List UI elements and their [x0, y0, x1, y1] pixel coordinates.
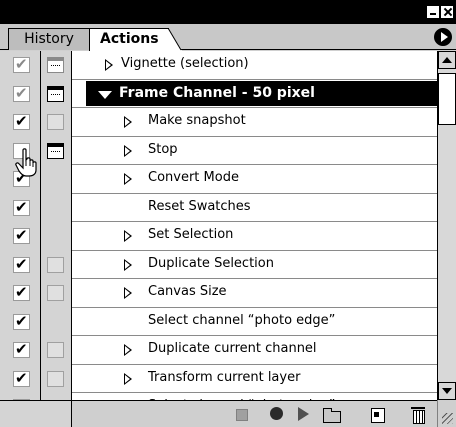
dialog-toggle-empty[interactable] [47, 256, 64, 273]
actions-palette: History Actions Vignette (selection) Fram… [0, 0, 456, 427]
dialog-toggle-icon[interactable] [47, 57, 64, 73]
palette-title-bar[interactable] [0, 0, 456, 24]
actions-list[interactable]: Vignette (selection) Frame Channel - 50 p… [0, 51, 437, 400]
action-label: Canvas Size [148, 284, 227, 299]
dialog-toggle-empty[interactable] [47, 285, 64, 301]
action-label: Stop [148, 141, 178, 157]
palette-menu-icon[interactable] [434, 28, 452, 46]
action-label: Set Selection [148, 227, 234, 242]
action-step-row[interactable]: Reset Swatches [0, 194, 437, 222]
tab-edge-icon [168, 28, 182, 51]
include-checkbox[interactable] [13, 55, 30, 73]
include-checkbox[interactable] [13, 340, 30, 358]
action-step-row[interactable]: Canvas Size [0, 279, 437, 308]
action-step-row[interactable]: Duplicate Selection [0, 251, 437, 279]
tab-row: History Actions [0, 24, 456, 51]
action-label: Make snapshot [148, 113, 246, 128]
new-set-folder-icon[interactable] [321, 405, 341, 423]
action-label: Transform current layer [148, 369, 301, 385]
actions-toolbar [0, 400, 456, 427]
action-step-row[interactable]: Stop [0, 137, 437, 165]
action-label: Vignette (selection) [121, 56, 249, 71]
scroll-up-icon[interactable] [438, 51, 456, 69]
action-row[interactable]: Frame Channel - 50 pixel [0, 80, 437, 108]
disclosure-collapsed-icon[interactable] [124, 287, 132, 299]
action-label: Reset Swatches [148, 198, 251, 214]
play-icon[interactable] [293, 405, 313, 423]
action-label: Select channel “photo edge” [148, 312, 336, 328]
disclosure-expanded-icon[interactable] [98, 90, 112, 99]
include-checkbox[interactable] [13, 84, 30, 102]
disclosure-collapsed-icon[interactable] [124, 258, 132, 271]
action-step-row[interactable]: Select channel “photo edge” [0, 393, 437, 400]
tab-history[interactable]: History [8, 28, 90, 50]
scroll-down-icon[interactable] [438, 382, 456, 400]
dialog-toggle-icon[interactable] [47, 142, 64, 159]
vertical-scrollbar[interactable] [437, 51, 456, 400]
dialog-toggle-empty[interactable] [47, 370, 64, 387]
new-action-icon[interactable] [367, 405, 387, 423]
disclosure-collapsed-icon[interactable] [124, 173, 132, 185]
trash-icon[interactable] [408, 405, 428, 424]
disclosure-collapsed-icon[interactable] [124, 230, 132, 242]
dialog-toggle-empty[interactable] [47, 342, 64, 358]
minimize-icon[interactable] [427, 6, 439, 18]
include-checkbox[interactable] [13, 226, 30, 244]
stop-icon[interactable] [232, 405, 252, 423]
action-row[interactable]: Vignette (selection) [0, 51, 437, 80]
close-icon[interactable] [441, 6, 453, 18]
scroll-thumb[interactable] [438, 73, 456, 125]
action-step-row[interactable]: Make snapshot [0, 108, 437, 137]
action-label: Frame Channel - 50 pixel [119, 84, 315, 101]
include-checkbox[interactable] [13, 312, 30, 330]
action-step-row[interactable]: Duplicate current channel [0, 336, 437, 365]
tab-actions[interactable]: Actions [89, 28, 169, 51]
include-checkbox[interactable] [13, 112, 30, 130]
resize-grip-icon[interactable] [437, 400, 456, 427]
hand-cursor-icon [15, 148, 37, 177]
action-label: Duplicate current channel [148, 341, 317, 356]
include-checkbox[interactable] [13, 198, 30, 216]
dialog-toggle-empty[interactable] [47, 114, 64, 130]
dialog-toggle-icon[interactable] [47, 85, 64, 102]
record-icon[interactable] [267, 405, 287, 423]
action-label: Duplicate Selection [148, 255, 274, 271]
include-checkbox[interactable] [13, 255, 30, 273]
action-label: Convert Mode [148, 170, 239, 185]
action-step-row[interactable]: Transform current layer [0, 365, 437, 393]
action-step-row[interactable]: Convert Mode [0, 165, 437, 194]
disclosure-collapsed-icon[interactable] [124, 144, 132, 157]
disclosure-collapsed-icon[interactable] [105, 59, 113, 71]
action-step-row[interactable]: Select channel “photo edge” [0, 308, 437, 336]
include-checkbox[interactable] [13, 283, 30, 301]
disclosure-collapsed-icon[interactable] [124, 372, 132, 385]
action-step-row[interactable]: Set Selection [0, 222, 437, 251]
disclosure-collapsed-icon[interactable] [124, 116, 132, 128]
include-checkbox[interactable] [13, 369, 30, 387]
disclosure-collapsed-icon[interactable] [124, 344, 132, 356]
toolbar-left-panel [0, 401, 72, 427]
